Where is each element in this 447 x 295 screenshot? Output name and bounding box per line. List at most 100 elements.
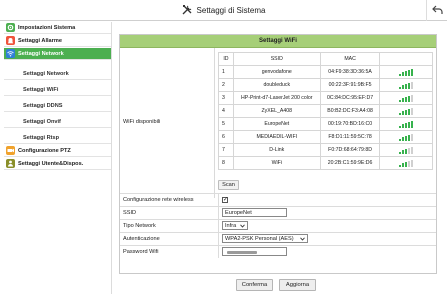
sidebar-item-label: Settaggi Network [18, 51, 64, 57]
auth-row: Autenticazione WPA2-PSK Personal (AES) [120, 232, 436, 245]
sidebar: Impostazioni Sistema Settaggi Allarme Se… [4, 22, 112, 294]
wireless-config-value: ✓ [218, 194, 436, 206]
scan-button[interactable]: Scan [218, 180, 239, 190]
network-type-row: Tipo Network Infra [120, 219, 436, 232]
wireless-config-row: Configurazione rete wireless ✓ [120, 193, 436, 206]
table-row[interactable]: 7 D-Link F0:7D:68:64:79:8D [218, 143, 433, 157]
wifi-icon [6, 49, 15, 58]
password-input[interactable] [222, 247, 287, 256]
wireless-enable-checkbox[interactable]: ✓ [222, 197, 228, 203]
network-id: 4 [218, 104, 234, 118]
network-mac: 00:22:3F:91:9B:F5 [319, 78, 381, 92]
refresh-button[interactable]: Aggiorna [279, 279, 316, 291]
sidebar-item-settaggi-network[interactable]: Settaggi Network [4, 48, 111, 60]
signal-bar [405, 110, 408, 115]
chevron-down-icon [240, 224, 245, 228]
sidebar-item-label: Settaggi WiFi [23, 87, 59, 93]
network-ssid: MEDIAEDIL-WIFI [232, 130, 321, 144]
table-row[interactable]: 1 genvodafone 04:F9:38:3D:36:5A [218, 65, 433, 79]
ssid-value: EuropeNet [218, 207, 436, 219]
confirm-button[interactable]: Conferma [236, 279, 273, 291]
network-id: 5 [218, 117, 234, 131]
signal-bar [399, 138, 402, 141]
back-arrow-icon [432, 5, 443, 14]
network-type-select[interactable]: Infra [222, 221, 248, 230]
signal-bar [408, 134, 411, 141]
panel-title: Settaggi WiFi [120, 35, 436, 48]
signal-bar [399, 151, 402, 154]
network-ssid: genvodafone [232, 65, 321, 79]
signal-strength-icon [399, 146, 414, 154]
table-row[interactable]: 4 ZyXEL_A408 B0:B2:DC:F3:A4:08 [218, 104, 433, 118]
network-type-value: Infra [218, 220, 436, 232]
network-type-label: Tipo Network [123, 223, 156, 229]
signal-bar [408, 108, 411, 115]
signal-bar [402, 85, 405, 89]
signal-bar [402, 150, 405, 154]
signal-bar [411, 146, 414, 154]
signal-bar [408, 121, 411, 128]
network-ssid: D-Link [232, 143, 321, 157]
table-row[interactable]: 6 MEDIAEDIL-WIFI F8:D1:11:59:5C:78 [218, 130, 433, 144]
sidebar-item-impostazioni-sistema[interactable]: Impostazioni Sistema [4, 22, 111, 34]
table-row[interactable]: 2 doubleduck 00:22:3F:91:9B:F5 [218, 78, 433, 92]
column-header-id: ID [218, 52, 234, 66]
signal-bar [405, 71, 408, 76]
signal-strength-icon [399, 94, 414, 102]
table-row[interactable]: 3 HP-Print-d7-LaserJet 200 color 0C:84:DC:… [218, 91, 433, 105]
network-signal [379, 78, 433, 92]
sidebar-subitem-settaggi-wifi[interactable]: Settaggi WiFi [4, 84, 111, 96]
wifi-available-label: WiFi disponibili [120, 48, 215, 198]
network-type-selected: Infra [225, 223, 237, 229]
auth-label: Autenticazione [123, 236, 160, 242]
signal-strength-icon [399, 107, 414, 115]
ssid-label: SSID [123, 210, 137, 216]
sidebar-item-configurazione-ptz[interactable]: Configurazione PTZ [4, 145, 111, 157]
sidebar-item-label: Settaggi Network [23, 71, 69, 77]
table-row[interactable]: 8 WiFi 20:2B:C1:59:9E:D6 [218, 156, 433, 170]
sidebar-item-label: Settaggi Utente&Dispos. [18, 161, 84, 167]
signal-bar [411, 107, 414, 115]
signal-bar [402, 124, 405, 128]
column-header-mac: MAC [319, 52, 381, 66]
sidebar-item-label: Settaggi DDNS [23, 103, 63, 109]
sidebar-item-settaggi-allarme[interactable]: Settaggi Allarme [4, 35, 111, 47]
signal-bar [408, 160, 411, 167]
auth-select[interactable]: WPA2-PSK Personal (AES) [222, 234, 308, 243]
signal-strength-icon [399, 159, 414, 167]
signal-bar [402, 98, 405, 102]
signal-strength-icon [399, 81, 414, 89]
password-value [218, 246, 436, 258]
password-label: Password Wifi [123, 249, 159, 255]
signal-bar [405, 149, 408, 154]
network-signal [379, 156, 433, 170]
sidebar-item-label: Settaggi Rtsp [23, 135, 60, 141]
network-signal [379, 117, 433, 131]
signal-bar [402, 163, 405, 167]
table-row[interactable]: 5 EuropeNet 00:19:70:BD:16:C0 [218, 117, 433, 131]
sidebar-item-settaggi-utente[interactable]: Settaggi Utente&Dispos. [4, 158, 111, 170]
signal-bar [399, 99, 402, 102]
signal-bar [411, 68, 414, 76]
network-ssid: doubleduck [232, 78, 321, 92]
network-mac: F0:7D:68:64:79:8D [319, 143, 381, 157]
signal-bar [399, 112, 402, 115]
signal-bar [399, 164, 402, 167]
back-button[interactable] [426, 0, 447, 21]
sidebar-subitem-settaggi-ddns[interactable]: Settaggi DDNS [4, 100, 111, 112]
page-title: Settaggi di Sistema [0, 5, 447, 15]
sidebar-item-label: Settaggi Onvif [23, 119, 61, 125]
wireless-config-label: Configurazione rete wireless [123, 197, 194, 203]
sidebar-subitem-settaggi-network[interactable]: Settaggi Network [4, 68, 111, 80]
sidebar-subitem-settaggi-onvif[interactable]: Settaggi Onvif [4, 116, 111, 128]
network-mac: 00:19:70:BD:16:C0 [319, 117, 381, 131]
sidebar-item-label: Configurazione PTZ [18, 148, 71, 154]
signal-bar [411, 133, 414, 141]
network-id: 8 [218, 156, 234, 170]
network-signal [379, 65, 433, 79]
sidebar-subitem-settaggi-rtsp[interactable]: Settaggi Rtsp [4, 132, 111, 144]
network-mac: 04:F9:38:3D:36:5A [319, 65, 381, 79]
signal-bar [408, 95, 411, 102]
network-id: 1 [218, 65, 234, 79]
ssid-input[interactable]: EuropeNet [222, 208, 287, 217]
